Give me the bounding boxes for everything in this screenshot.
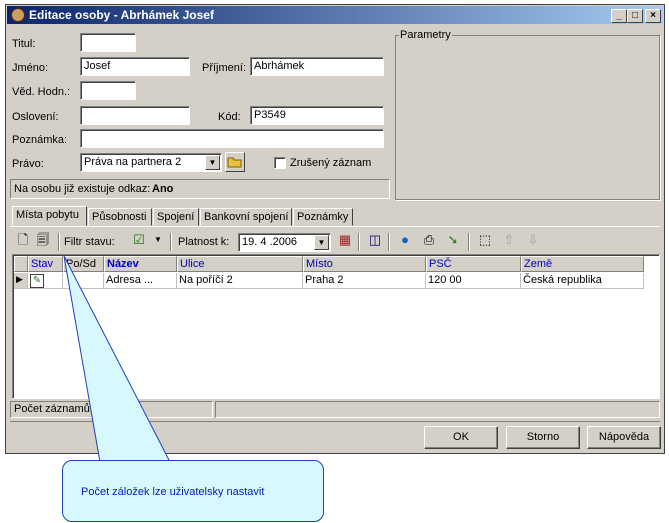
callout-box: Počet záložek lze uživatelsky nastavit xyxy=(62,460,324,522)
callout-pointer xyxy=(63,255,171,463)
callout-text: Počet záložek lze uživatelsky nastavit xyxy=(81,486,265,498)
